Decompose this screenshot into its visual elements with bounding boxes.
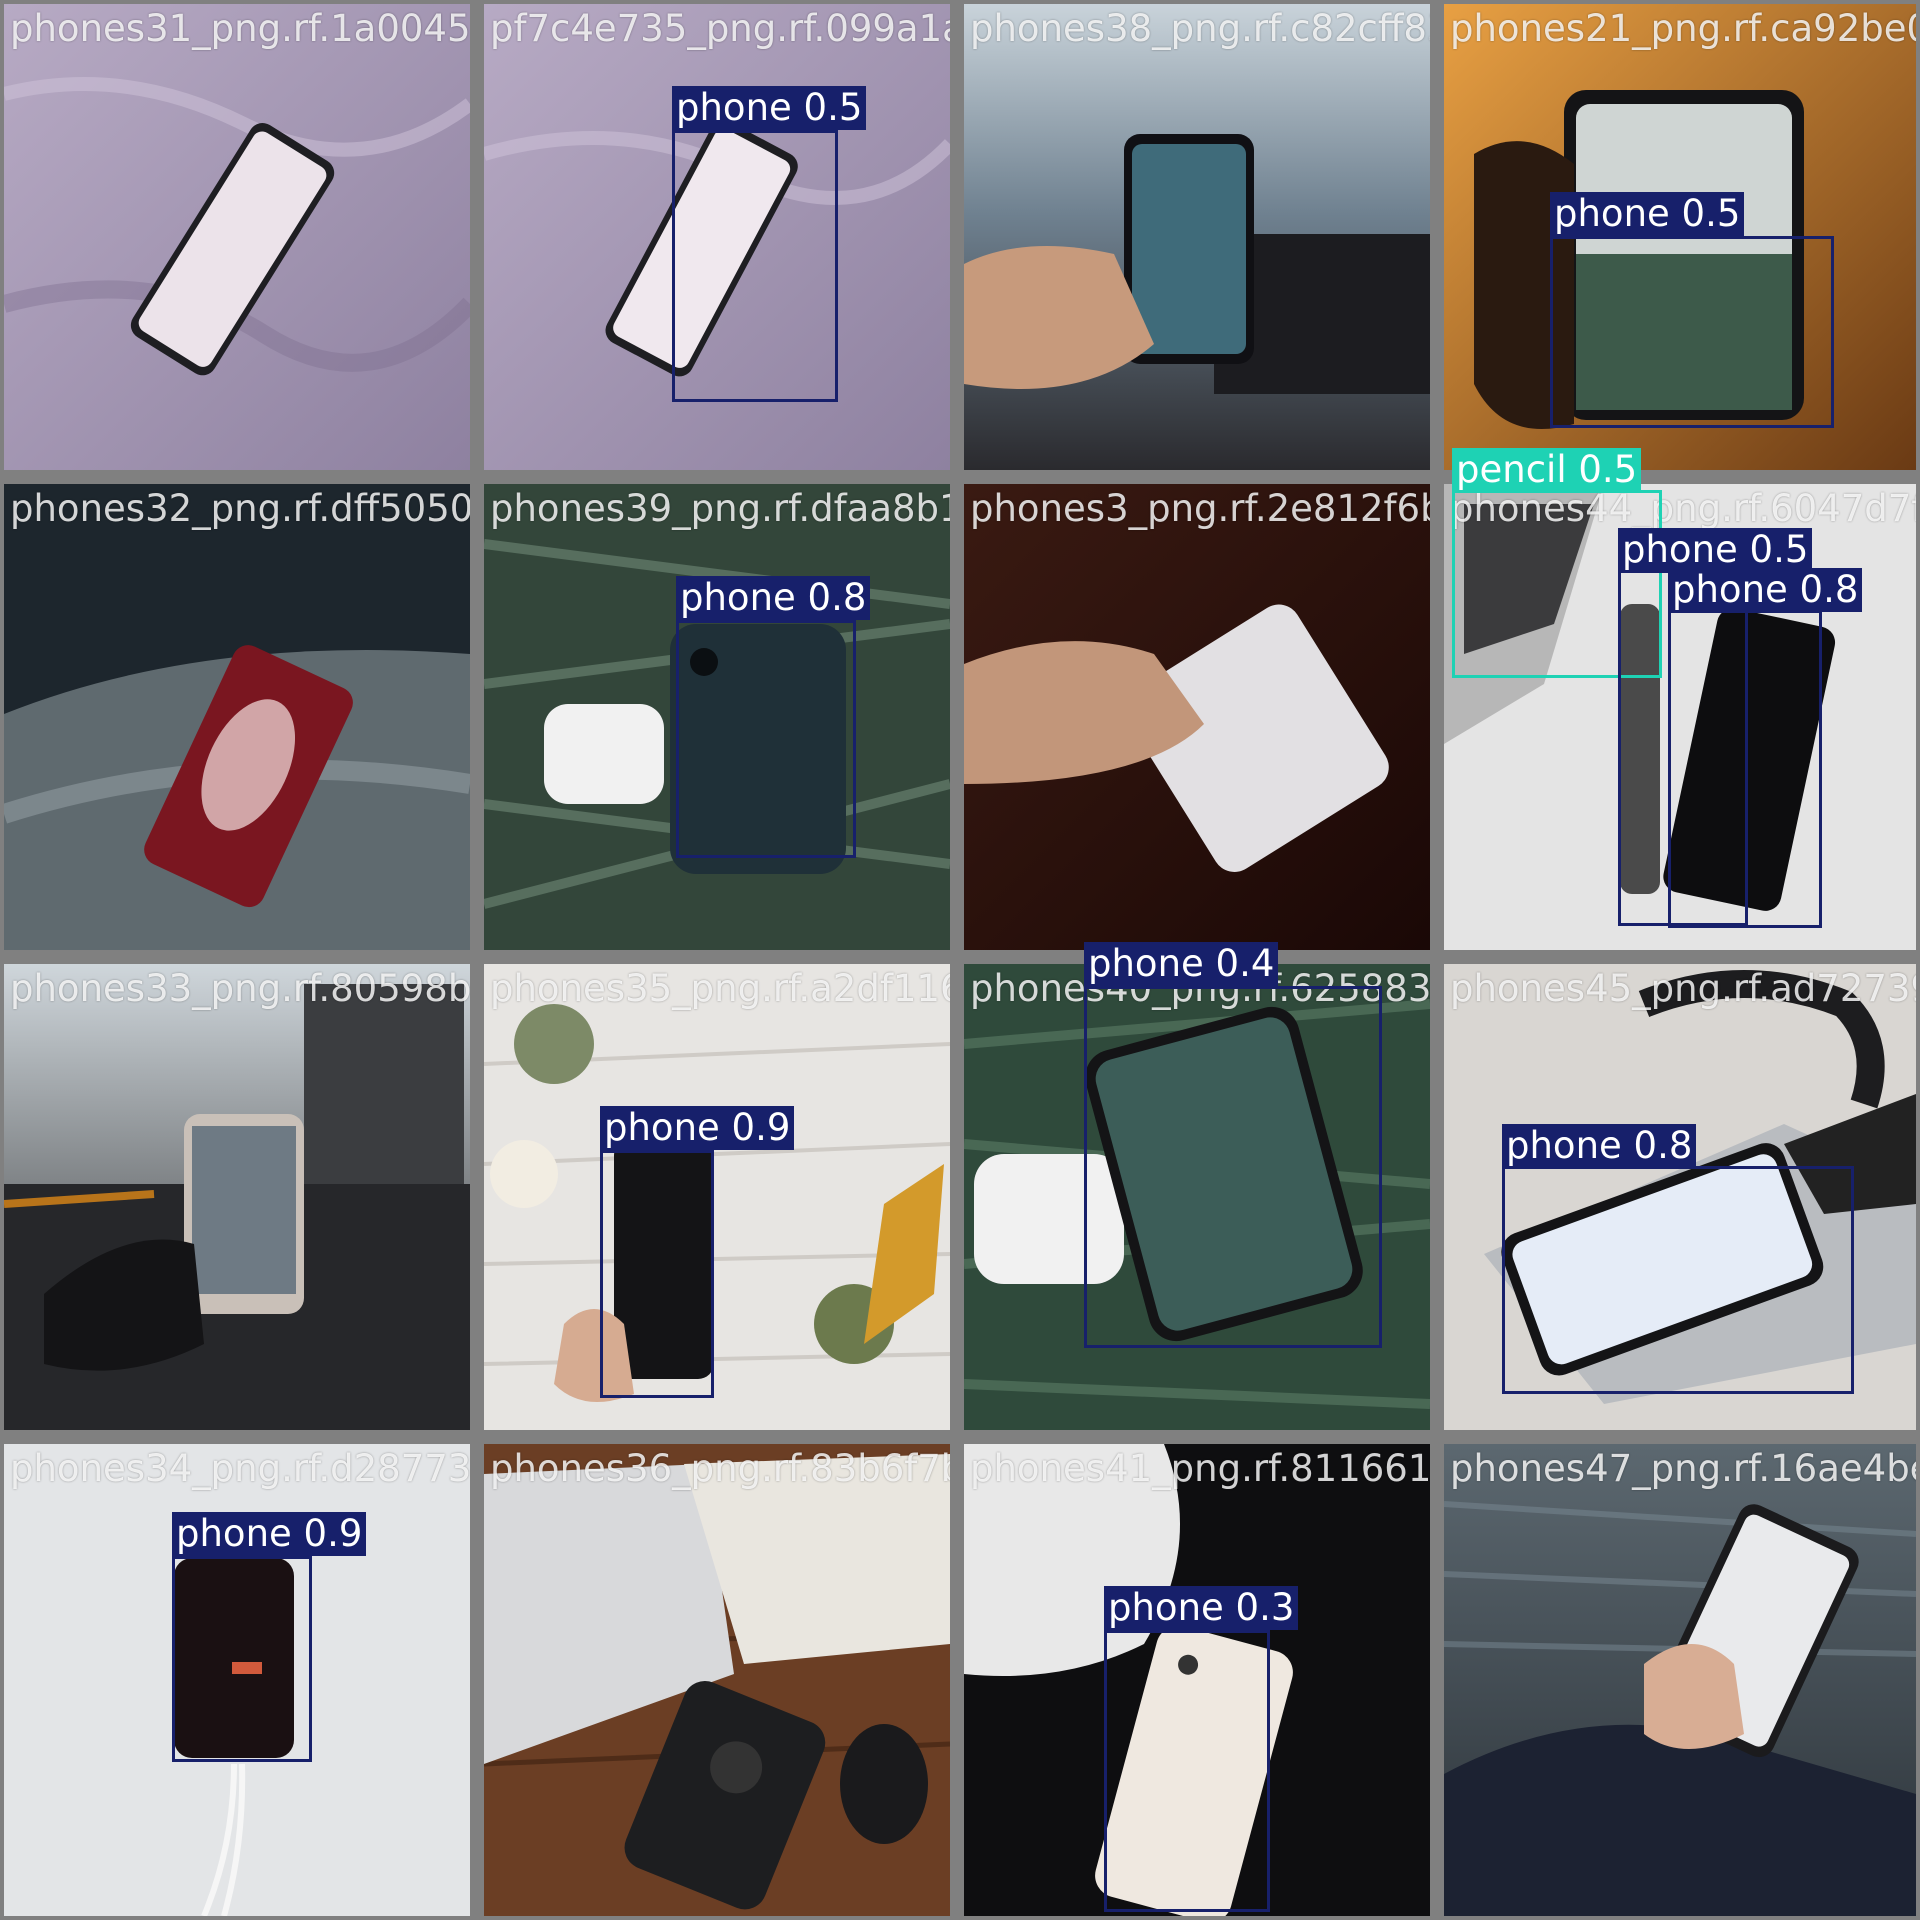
detection-box: [1550, 236, 1834, 428]
tile-filename: phones35_png.rf.a2df1168d9: [490, 967, 950, 1010]
detection-mosaic: phones31_png.rf.1a00450f2 pf7c4e735_png.…: [0, 0, 1920, 1920]
detection-label: phone 0.3: [1104, 1586, 1299, 1630]
tile-8: phones33_png.rf.80598bc6: [4, 964, 470, 1430]
detection-box: [1668, 610, 1822, 928]
photo-phone-on-lavender-sheets: [4, 4, 470, 470]
tile-filename: phones33_png.rf.80598bc6: [10, 967, 470, 1010]
photo-hands-holding-phone-water: [1444, 1444, 1916, 1916]
tile-filename: phones3_png.rf.2e812f6b2fc: [970, 487, 1430, 530]
photo-hand-holding-phone-laptop: [964, 4, 1430, 470]
detection-label: phone 0.8: [676, 576, 871, 620]
tile-filename: phones38_png.rf.c82cff83c: [970, 7, 1430, 50]
detection-box: [676, 620, 856, 858]
tile-filename: phones32_png.rf.dff50508a3: [10, 487, 470, 530]
tile-filename: phones41_png.rf.811661757: [970, 1447, 1430, 1490]
tile-filename: phones21_png.rf.ca92be08ae: [1450, 7, 1916, 50]
tile-6: phones3_png.rf.2e812f6b2fc: [964, 484, 1430, 950]
tile-filename: phones39_png.rf.dfaa8b10b: [490, 487, 950, 530]
tile-filename: phones31_png.rf.1a00450f2: [10, 7, 470, 50]
photo-red-phone-on-car-seat: [4, 484, 470, 950]
tile-13: phones36_png.rf.83b6f7b93: [484, 1444, 950, 1916]
photo-gloved-hand-phone-street: [4, 964, 470, 1430]
detection-label: phone 0.5: [1618, 528, 1813, 572]
detection-label: phone 0.5: [1550, 192, 1745, 236]
tile-4: phones32_png.rf.dff50508a3: [4, 484, 470, 950]
photo-phone-pumpkins-leaves: [484, 964, 950, 1430]
detection-label: phone 0.5: [672, 86, 867, 130]
tile-2: phones38_png.rf.c82cff83c: [964, 4, 1430, 470]
tile-filename: phones47_png.rf.16ae4be053: [1450, 1447, 1916, 1490]
detection-label: phone 0.8: [1502, 1124, 1697, 1168]
photo-hand-holding-white-phone: [964, 484, 1430, 950]
tile-0: phones31_png.rf.1a00450f2: [4, 4, 470, 470]
detection-box: [672, 130, 838, 402]
detection-label: phone 0.9: [172, 1512, 367, 1556]
detection-box: [172, 1556, 312, 1762]
detection-label: phone 0.9: [600, 1106, 795, 1150]
tile-15: phones47_png.rf.16ae4be053: [1444, 1444, 1916, 1916]
tile-filename: phones36_png.rf.83b6f7b93: [490, 1447, 950, 1490]
detection-label-pencil: pencil 0.5: [1452, 448, 1642, 492]
detection-box: [1502, 1166, 1854, 1394]
detection-box: [1084, 986, 1382, 1348]
detection-label: phone 0.8: [1668, 568, 1863, 612]
detection-label: phone 0.4: [1084, 942, 1279, 986]
detection-box: [600, 1150, 714, 1398]
detection-box: [1104, 1630, 1270, 1912]
tile-filename: pf7c4e735_png.rf.099a1a8187: [490, 7, 950, 50]
tile-filename: phones45_png.rf.ad72739f3: [1450, 967, 1916, 1010]
tile-9: phones35_png.rf.a2df1168d9: [484, 964, 950, 1430]
tile-filename: phones34_png.rf.d28773b6: [10, 1447, 470, 1490]
photo-laptop-newspaper-phone-wood: [484, 1444, 950, 1916]
